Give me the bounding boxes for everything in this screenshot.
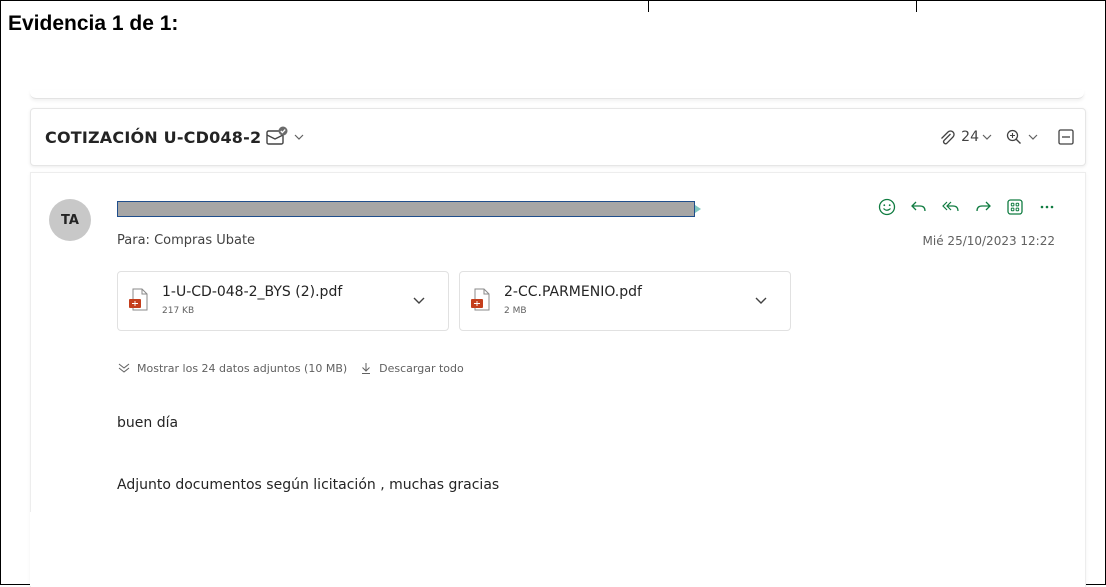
reply-button[interactable] — [903, 195, 935, 219]
previous-card-edge — [30, 90, 1084, 99]
chevron-down-icon[interactable] — [1027, 131, 1039, 143]
redaction-bar — [117, 201, 695, 217]
email-body-greeting: buen día — [117, 415, 179, 431]
sender-redacted — [117, 201, 709, 217]
attachment-size: 2 MB — [504, 306, 527, 316]
chevron-down-icon[interactable] — [981, 131, 993, 143]
subject-tools: 24 — [939, 125, 1075, 149]
email-subject: COTIZACIÓN U-CD048-2 — [45, 128, 262, 147]
reply-icon — [911, 201, 926, 212]
subject-bar: COTIZACIÓN U-CD048-2 24 — [30, 108, 1086, 166]
chevron-down-icon[interactable] — [293, 131, 305, 143]
screenshot-cutoff — [30, 512, 1084, 586]
to-value[interactable]: Compras Ubate — [154, 233, 255, 248]
evidence-title: Evidencia 1 de 1: — [8, 12, 179, 35]
forward-button[interactable] — [967, 195, 999, 219]
paperclip-icon[interactable] — [939, 128, 957, 146]
attachment-size: 217 KB — [162, 306, 195, 316]
attachment-list: 1-U-CD-048-2_BYS (2).pdf 217 KB 2-CC.PAR… — [117, 271, 791, 331]
chevron-down-icon[interactable] — [754, 296, 768, 306]
email-date: Mié 25/10/2023 12:22 — [922, 234, 1055, 248]
chevron-down-icon[interactable] — [412, 296, 426, 306]
email-body-text: Adjunto documentos según licitación , mu… — [117, 477, 500, 493]
reply-all-icon — [942, 201, 959, 212]
more-icon — [1040, 205, 1054, 209]
attachment-card[interactable]: 1-U-CD-048-2_BYS (2).pdf 217 KB — [117, 271, 449, 331]
avatar[interactable]: TA — [49, 199, 91, 241]
attachment-count[interactable]: 24 — [961, 129, 979, 145]
more-button[interactable] — [1031, 195, 1063, 219]
apps-icon — [1007, 199, 1023, 215]
attachment-name: 2-CC.PARMENIO.pdf — [504, 284, 642, 300]
emoji-icon — [878, 198, 896, 216]
collapse-panel-icon[interactable] — [1057, 128, 1075, 146]
download-icon — [362, 363, 371, 374]
pdf-file-icon — [471, 288, 490, 311]
pdf-file-icon — [129, 288, 148, 311]
message-actions — [871, 195, 1063, 219]
reply-all-button[interactable] — [935, 195, 967, 219]
forward-icon — [976, 201, 991, 212]
to-label: Para: — [117, 233, 150, 248]
download-all-link[interactable]: Descargar todo — [379, 362, 464, 375]
attachments-actions: Mostrar los 24 datos adjuntos (10 MB) De… — [117, 361, 464, 375]
show-all-attachments-link[interactable]: Mostrar los 24 datos adjuntos (10 MB) — [137, 362, 347, 375]
apps-button[interactable] — [999, 195, 1031, 219]
attachment-name: 1-U-CD-048-2_BYS (2).pdf — [162, 284, 343, 300]
recipient-line: Para: Compras Ubate — [117, 233, 255, 248]
attachment-card[interactable]: 2-CC.PARMENIO.pdf 2 MB — [459, 271, 791, 331]
redaction-tip — [695, 205, 701, 213]
zoom-icon[interactable] — [1005, 128, 1023, 146]
emoji-button[interactable] — [871, 195, 903, 219]
message-status-icon[interactable] — [265, 126, 289, 148]
double-chevron-down-icon — [118, 363, 130, 373]
